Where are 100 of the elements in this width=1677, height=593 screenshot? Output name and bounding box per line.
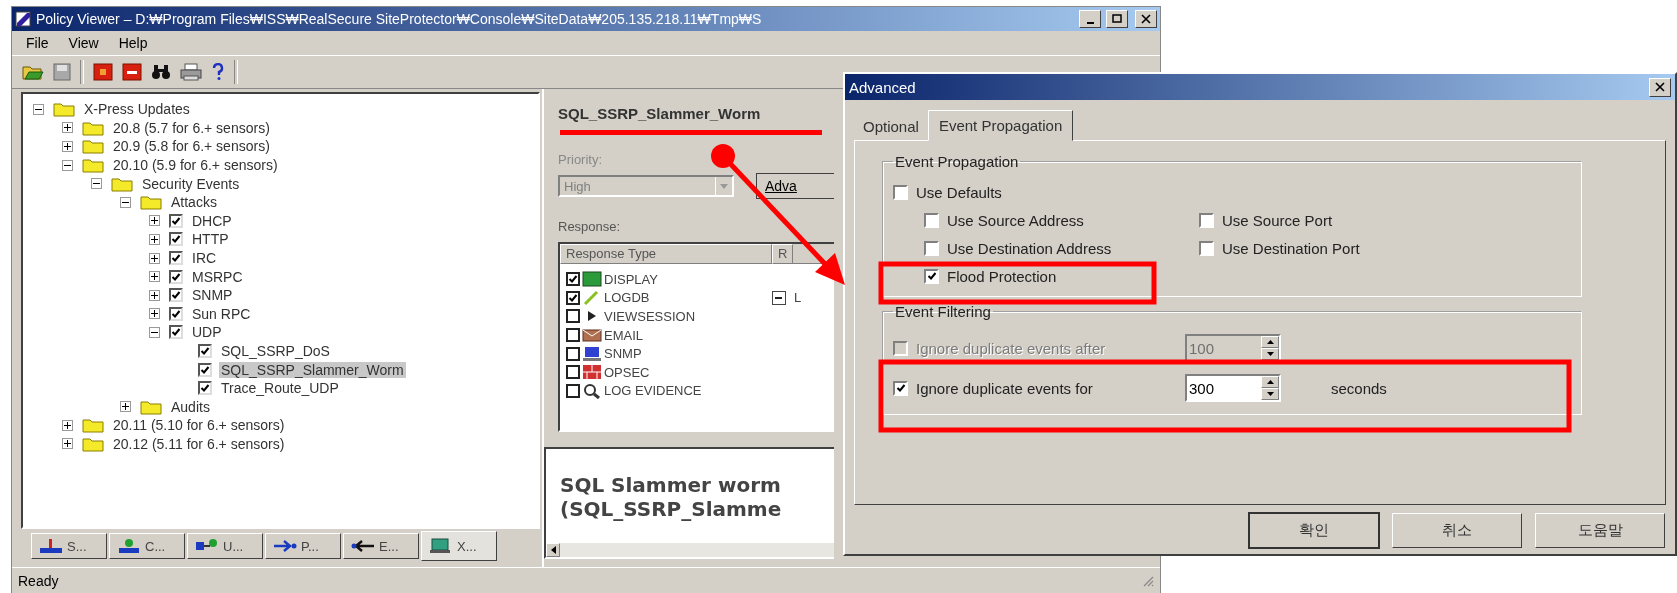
tree-toggle[interactable] (149, 271, 160, 283)
save-icon[interactable] (53, 63, 71, 81)
tree-item[interactable]: Security Events (140, 175, 242, 192)
menu-item[interactable]: Help (110, 33, 156, 53)
binoculars-icon[interactable] (151, 63, 171, 81)
close-button[interactable] (1649, 77, 1671, 97)
checkbox[interactable] (1199, 240, 1214, 256)
dialog-button[interactable]: 취소 (1392, 513, 1522, 548)
folder-icon (140, 398, 162, 415)
tree-item[interactable]: Sun RPC (190, 305, 253, 322)
close-button[interactable] (1135, 10, 1157, 28)
tree-item[interactable]: UDP (190, 324, 224, 341)
tree-toggle[interactable] (62, 141, 73, 152)
collapse-icon[interactable] (772, 290, 786, 305)
tree-item[interactable]: HTTP (190, 231, 231, 248)
maximize-button[interactable] (1106, 10, 1128, 28)
minus-icon[interactable] (122, 63, 142, 81)
dialog-title: Advanced (849, 78, 916, 96)
checkbox[interactable] (169, 269, 183, 284)
open-folder-icon[interactable] (22, 63, 44, 81)
checkbox[interactable] (198, 381, 212, 396)
column-header[interactable]: Response Type (560, 244, 772, 264)
tree-toggle[interactable] (149, 326, 160, 338)
checkbox[interactable] (169, 306, 183, 321)
tree-item[interactable]: MSRPC (190, 268, 245, 285)
checkbox[interactable] (198, 344, 212, 358)
printer-icon[interactable] (180, 63, 202, 81)
checkbox[interactable] (893, 380, 908, 396)
magnifier-icon (582, 382, 602, 399)
folder-icon (53, 101, 75, 118)
checkbox[interactable] (566, 346, 580, 361)
tree-item[interactable]: SNMP (190, 287, 235, 304)
dialog-button[interactable]: 확인 (1249, 513, 1379, 548)
checkbox[interactable] (566, 272, 580, 287)
tree-toggle[interactable] (149, 215, 160, 227)
view-tab[interactable]: U... (187, 533, 263, 559)
app-icon (15, 11, 31, 27)
checkbox[interactable] (924, 240, 939, 256)
tab[interactable]: Event Propagation (927, 110, 1074, 141)
dialog-button[interactable]: 도움말 (1535, 513, 1665, 548)
signature-title: SQL_SSRP_Slammer_Worm (558, 105, 762, 122)
help-icon[interactable] (211, 63, 225, 81)
tree-item[interactable]: SQL_SSRP_DoS (219, 343, 332, 359)
checkmark-icon (926, 271, 937, 281)
checkbox[interactable] (924, 268, 939, 284)
tree-toggle[interactable] (33, 103, 44, 115)
checkbox-label: Use Destination Port (1222, 239, 1360, 257)
tree-item[interactable]: 20.11 (5.10 for 6.+ sensors) (111, 417, 287, 434)
checkmark-icon (200, 383, 210, 394)
tree-item[interactable]: 20.12 (5.11 for 6.+ sensors) (111, 436, 287, 452)
checkbox[interactable] (169, 288, 183, 303)
minimize-button[interactable] (1079, 10, 1101, 28)
tree-toggle[interactable] (149, 233, 160, 245)
checkbox[interactable] (924, 212, 939, 228)
view-tab[interactable]: E... (343, 533, 419, 559)
tree-item[interactable]: Trace_Route_UDP (219, 380, 341, 397)
checkbox[interactable] (566, 309, 580, 324)
response-type: LOGDB (604, 290, 650, 306)
tree-item[interactable]: X-Press Updates (82, 101, 192, 118)
advanced-button[interactable]: Adva (756, 173, 834, 199)
checkbox[interactable] (169, 232, 183, 247)
tree-toggle[interactable] (62, 122, 73, 134)
tree-toggle[interactable] (120, 196, 131, 208)
tree-toggle[interactable] (62, 159, 73, 171)
menu-item[interactable]: View (60, 33, 107, 53)
checkbox[interactable] (566, 365, 580, 380)
tree-item[interactable]: Audits (169, 398, 212, 415)
checkbox[interactable] (566, 383, 580, 398)
tree-item[interactable]: 20.10 (5.9 for 6.+ sensors) (111, 157, 280, 174)
left-arrow-icon[interactable] (550, 546, 556, 554)
tree-toggle[interactable] (149, 252, 160, 264)
view-tab[interactable]: P... (265, 533, 341, 559)
tree-item[interactable]: Attacks (169, 194, 219, 211)
checkbox[interactable] (893, 184, 908, 200)
checkbox[interactable] (566, 328, 580, 343)
checkbox[interactable] (1199, 212, 1214, 228)
tree-item[interactable]: 20.9 (5.8 for 6.+ sensors) (111, 138, 272, 155)
view-tab[interactable]: S... (31, 533, 107, 559)
checkbox[interactable] (169, 325, 183, 340)
column-header[interactable]: R (772, 244, 794, 264)
square-icon[interactable] (93, 63, 113, 81)
tree-item[interactable]: 20.8 (5.7 for 6.+ sensors) (111, 119, 272, 136)
menu-item[interactable]: File (18, 33, 57, 53)
tree-item[interactable]: SQL_SSRP_Slammer_Worm (219, 361, 406, 378)
checkbox[interactable] (169, 251, 183, 266)
view-tab[interactable]: C... (109, 533, 185, 559)
checkbox[interactable] (198, 362, 212, 377)
tree-toggle[interactable] (91, 178, 102, 190)
checkbox[interactable] (169, 213, 183, 228)
tree-toggle[interactable] (62, 419, 73, 431)
tree-toggle[interactable] (120, 401, 131, 413)
resize-grip-icon[interactable] (1142, 575, 1154, 587)
tab-label: P... (301, 538, 319, 554)
tree-toggle[interactable] (149, 289, 160, 301)
view-tab[interactable]: X... (421, 531, 497, 561)
tree-toggle[interactable] (62, 438, 73, 450)
tree-toggle[interactable] (149, 308, 160, 320)
tree-item[interactable]: IRC (190, 250, 219, 267)
tree-item[interactable]: DHCP (190, 212, 234, 229)
checkbox[interactable] (566, 290, 580, 305)
